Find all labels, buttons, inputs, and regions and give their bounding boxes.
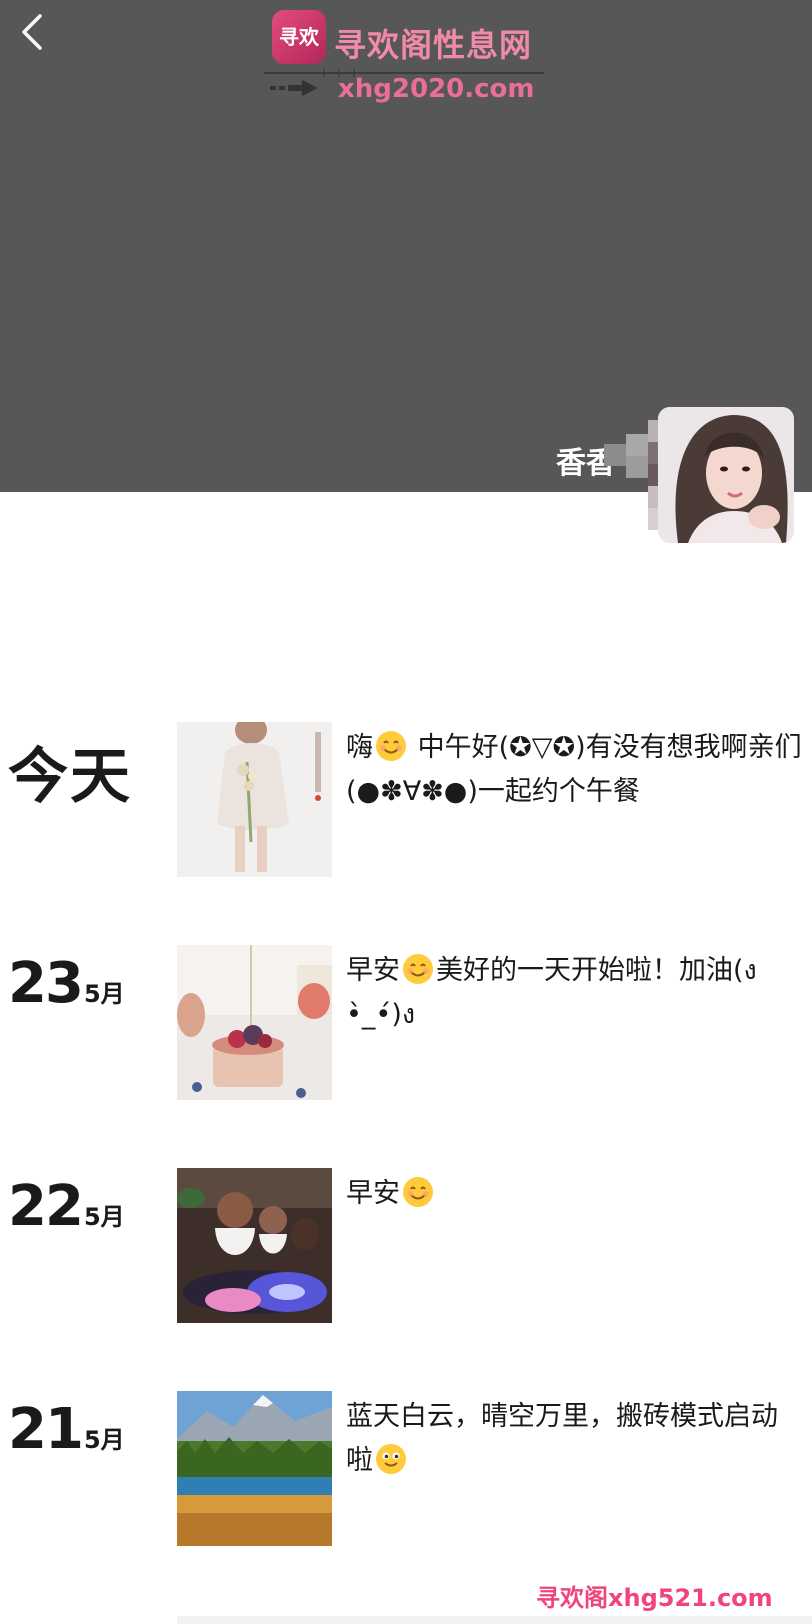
smile-emoji-icon [376,731,406,761]
back-button[interactable] [14,10,54,54]
watermark-logo: 寻欢 [272,10,326,64]
post-date: 今天 [8,728,132,815]
watermark-logo-text: 寻欢 [279,25,320,49]
bottom-divider [177,1616,812,1624]
post-prefix: 蓝天白云，晴空万里，搬砖模式启动啦 [346,1401,778,1476]
monk-figurines-photo [177,1168,332,1323]
post-date: 215月 [8,1397,125,1462]
date-today-label: 今天 [8,742,132,812]
post-prefix: 早安 [346,955,400,986]
post-day: 23 [8,951,84,1016]
post-image[interactable] [177,945,332,1100]
post-day: 21 [8,1397,84,1462]
post-image[interactable] [177,1168,332,1323]
post-text: 早安 [346,1172,802,1216]
post-body: 中午好(✪▽✪)有没有想我啊亲们(●✽∀✽●)一起约个午餐 [346,732,802,807]
post-month: 5月 [83,1203,125,1231]
post-day: 22 [8,1174,84,1239]
chevron-left-icon [22,14,42,50]
post-text: 蓝天白云，晴空万里，搬砖模式启动啦 [346,1395,802,1483]
timeline-post[interactable]: 225月 早安 [0,1168,812,1328]
watermark-top: 寻欢 寻欢阁性息网 xhg2020.com [264,10,554,104]
cake-photo [177,945,332,1100]
smile-emoji-icon [403,1177,433,1207]
post-text: 嗨 中午好(✪▽✪)有没有想我啊亲们(●✽∀✽●)一起约个午餐 [346,726,802,814]
post-month: 5月 [83,980,125,1008]
avatar[interactable] [658,407,794,543]
arrow-right-icon [270,80,318,96]
smile-emoji-icon [403,954,433,984]
timeline-post[interactable]: 今天 嗨 中午好(✪▽✪)有没有想我啊亲们(●✽∀✽●)一起约个午餐 [0,722,812,882]
watermark-title: 寻欢阁性息网 [334,26,533,64]
mountain-lake-photo [177,1391,332,1546]
post-text: 早安 美好的一天开始啦！加油(ง •̀_•́)ง [346,949,802,1037]
watermark-bottom: 寻欢阁xhg521.com [536,1584,773,1612]
timeline-post[interactable]: 235月 早安 美好的一天开始啦！加油(ง •̀_•́)ง [0,945,812,1105]
girl-with-flowers-photo [177,722,332,877]
post-image[interactable] [177,1391,332,1546]
smile-emoji-icon [376,1444,406,1474]
post-prefix: 早安 [346,1178,400,1209]
post-prefix: 嗨 [346,732,373,763]
watermark-url: xhg2020.com [338,74,535,104]
post-date: 235月 [8,951,125,1016]
post-month: 5月 [83,1426,125,1454]
post-date: 225月 [8,1174,125,1239]
post-image[interactable] [177,722,332,877]
timeline-post[interactable]: 215月 蓝天白云，晴空万里，搬砖模式启动啦 [0,1391,812,1551]
